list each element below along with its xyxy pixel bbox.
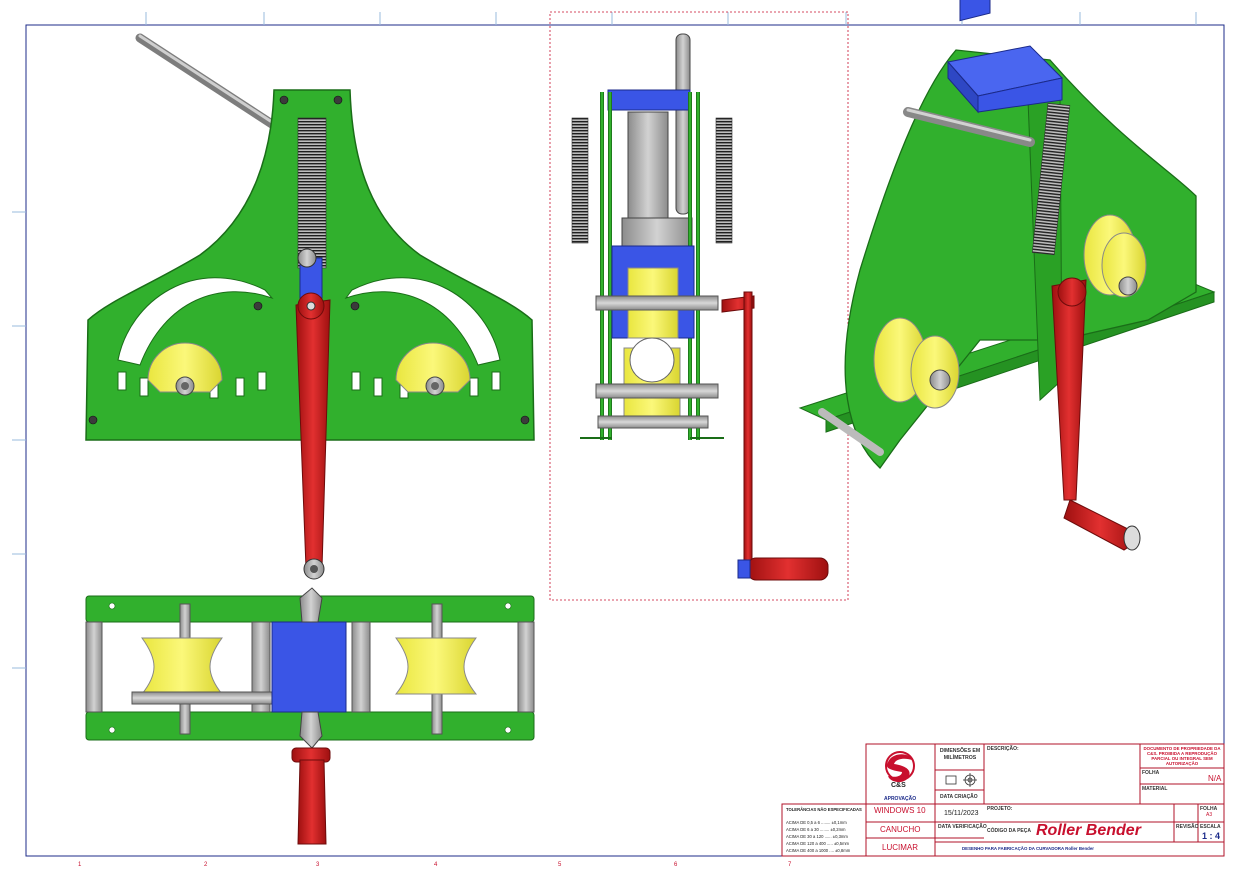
top-view	[85, 587, 535, 845]
part-code-label: CÓDIGO DA PEÇA	[987, 828, 1031, 834]
handle-rod	[135, 33, 283, 133]
tolerance-title: TOLERÂNCIAS NÃO ESPECIFICADAS	[786, 807, 862, 812]
approver-value: LUCIMAR	[882, 843, 919, 852]
company-logo	[885, 751, 915, 783]
zone-4: 4	[434, 862, 438, 868]
zone-3: 3	[316, 862, 320, 868]
tolerance-row: ACIMA DE 0,5 a 6 ........ ±0,1mm	[786, 820, 847, 825]
tolerance-row: ACIMA DE 6 a 30 ........ ±0,2mm	[786, 827, 846, 832]
side-crank-arm	[743, 291, 753, 575]
project-value: WINDOWS 10	[874, 806, 926, 815]
top-pressure-block	[271, 621, 347, 713]
tolerance-row: ACIMA DE 400 a 1000 .... ±0,8mm	[786, 848, 851, 853]
side-view	[549, 11, 849, 601]
drawing-sheet	[12, 0, 1225, 857]
verification-date-label: DATA VERIFICAÇÃO	[938, 824, 987, 830]
na-value: N/A	[1208, 774, 1222, 783]
creation-date-label: DATA CRIAÇÃO	[940, 794, 978, 800]
footer-note: DESENHO PARA FABRICAÇÃO DA CURVADORA Rol…	[962, 846, 1094, 851]
crank-lever	[295, 299, 331, 569]
tolerance-row: ACIMA DE 30 a 120 ...... ±0,3mm	[786, 834, 848, 839]
revision-label: REVISÃO	[1176, 824, 1199, 830]
size-value: A3	[1206, 812, 1213, 818]
material-label: MATERIAL	[1142, 786, 1168, 792]
part-name: Roller Bender	[1036, 822, 1141, 839]
tolerance-table: TOLERÂNCIAS NÃO ESPECIFICADAS ACIMA DE 0…	[782, 804, 866, 856]
project-label: PROJETO:	[987, 806, 1013, 812]
zone-6: 6	[674, 862, 678, 868]
tolerance-row: ACIMA DE 120 a 400 ..... ±0,5mm	[786, 841, 850, 846]
description-label: DESCRIÇÃO:	[987, 746, 1019, 752]
creation-date: 15/11/2023	[944, 810, 979, 817]
top-right-roller	[394, 637, 478, 695]
isometric-view	[798, 0, 1216, 551]
top-left-roller	[140, 637, 224, 695]
checker-value: CANUCHO	[880, 825, 921, 834]
side-crank-handle	[747, 557, 829, 581]
top-crank-handle	[297, 759, 327, 845]
logo-text: C&S	[891, 782, 906, 789]
size-label: FOLHA	[1142, 770, 1160, 776]
zone-2: 2	[204, 862, 208, 868]
front-view	[85, 33, 535, 580]
projection-symbols	[945, 773, 977, 787]
ownership-note: DOCUMENTO DE PROPRIEDADE DA C&S. PROIBID…	[1143, 746, 1221, 766]
zone-5: 5	[558, 862, 562, 868]
zone-1: 1	[78, 862, 82, 868]
hydraulic-jack	[627, 111, 669, 223]
dimensions-label: DIMENSÕES EM MILÍMETROS	[939, 748, 981, 761]
approval-label: APROVAÇÃO	[884, 796, 917, 802]
zone-7: 7	[788, 862, 792, 868]
scale-value: 1 : 4	[1202, 831, 1221, 841]
spring	[297, 117, 327, 269]
scale-label: ESCALA	[1200, 824, 1221, 830]
